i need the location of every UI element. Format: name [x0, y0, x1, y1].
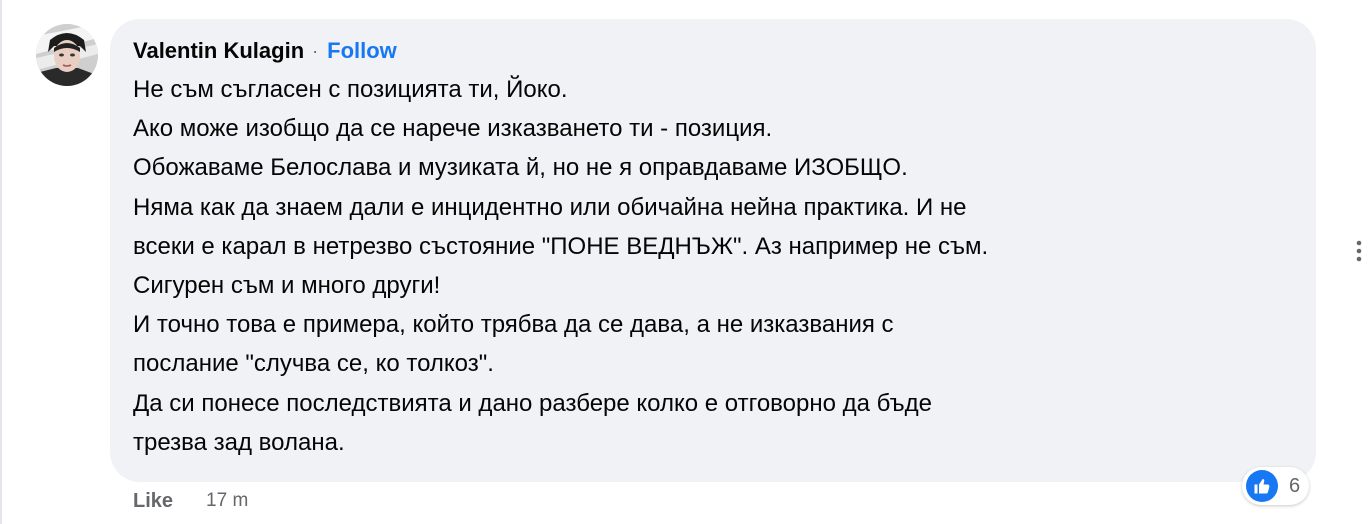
thread-line	[0, 0, 2, 524]
comment-line: Няма как да знаем дали е инцидентно или …	[133, 193, 967, 221]
like-button[interactable]: Like	[133, 490, 173, 513]
comment-line: Да си понесе последствията и дано разбер…	[133, 389, 932, 417]
comment-line: Ако може изобщо да се нарече изказването…	[133, 115, 773, 143]
comment-line: Обожаваме Белослава и музиката й, но не …	[133, 154, 908, 182]
reaction-count: 6	[1289, 474, 1301, 497]
comment-header: Valentin Kulagin · Follow	[133, 36, 397, 66]
avatar-image	[36, 24, 98, 86]
comment-line: И точно това е примера, който трябва да …	[133, 311, 894, 339]
author-name[interactable]: Valentin Kulagin	[133, 38, 304, 64]
avatar[interactable]	[36, 24, 98, 86]
comment-line: Сигурен съм и много други!	[133, 271, 441, 299]
comment-line: послание "случва се, ко толкоз".	[133, 350, 494, 378]
more-vertical-icon	[1356, 240, 1362, 262]
reaction-summary[interactable]: 6	[1242, 467, 1310, 505]
comment-actions: Like 17 m	[133, 487, 248, 515]
comment-text: Не съм съгласен с позицията ти, Йоко. Ак…	[133, 70, 1293, 462]
comment-line: всеки е карал в нетрезво състояние "ПОНЕ…	[133, 232, 989, 260]
more-options-button[interactable]	[1352, 236, 1368, 266]
comment-line: Не съм съгласен с позицията ти, Йоко.	[133, 76, 568, 103]
separator-dot: ·	[312, 40, 319, 61]
thumbs-up-icon	[1246, 470, 1278, 502]
comment-line: трезва зад волана.	[133, 428, 345, 456]
follow-button[interactable]: Follow	[327, 38, 397, 64]
comment-timestamp[interactable]: 17 m	[206, 490, 248, 512]
